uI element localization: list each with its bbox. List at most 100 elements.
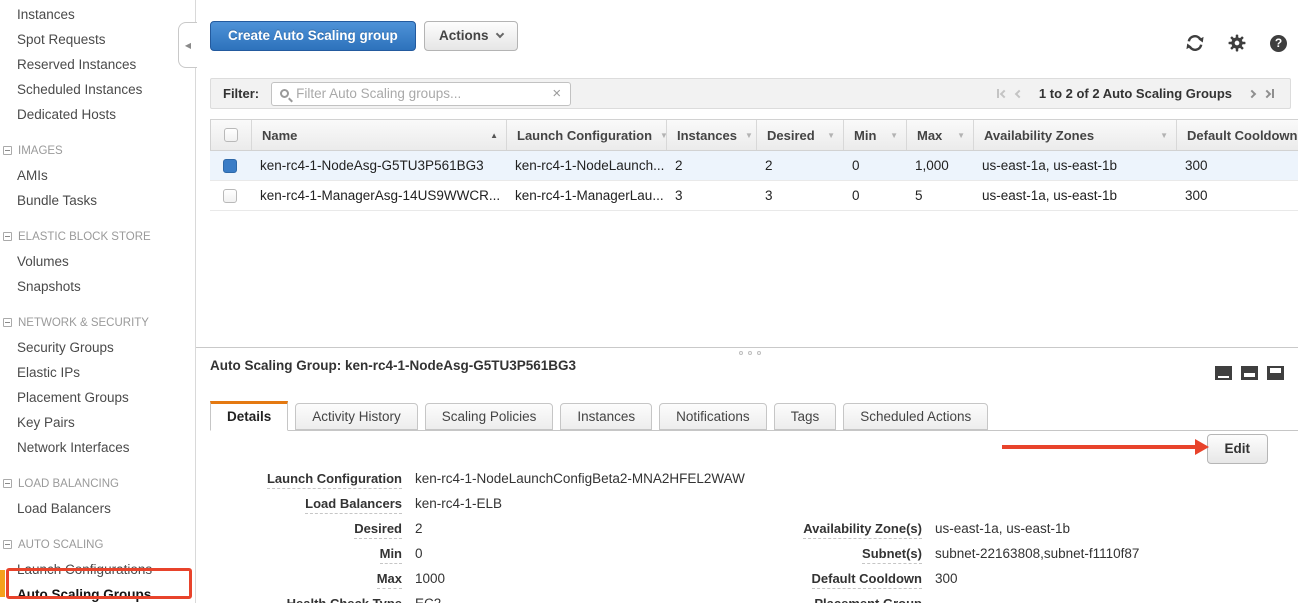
- detail-panel-title: Auto Scaling Group: ken-rc4-1-NodeAsg-G5…: [210, 358, 576, 373]
- settings-gear-icon[interactable]: [1228, 34, 1246, 52]
- field-value-health-check-type: EC2: [415, 596, 441, 603]
- detail-fields-right: Availability Zone(s) us-east-1a, us-east…: [700, 516, 1139, 603]
- chevron-down-icon: [495, 30, 503, 38]
- field-label-health-check-type: Health Check Type: [210, 596, 402, 603]
- sort-desc-icon: ▼: [949, 131, 965, 140]
- clear-filter-icon[interactable]: ×: [552, 86, 561, 101]
- collapse-section-icon: [3, 479, 12, 488]
- search-box: ×: [271, 82, 571, 106]
- column-header-availability-zones[interactable]: Availability Zones▼: [973, 120, 1176, 150]
- annotation-arrow: [1002, 439, 1209, 455]
- sidebar-section-elastic-block-store[interactable]: ELASTIC BLOCK STORE: [0, 224, 195, 249]
- sidebar-item-instances[interactable]: Instances: [0, 2, 195, 27]
- sort-desc-icon: ▼: [737, 131, 753, 140]
- sidebar-item-volumes[interactable]: Volumes: [0, 249, 195, 274]
- layout-bottom-small-icon[interactable]: [1215, 366, 1232, 380]
- actions-button-label: Actions: [439, 28, 489, 43]
- sidebar-item-amis[interactable]: AMIs: [0, 163, 195, 188]
- detail-fields-left: Launch Configuration ken-rc4-1-NodeLaunc…: [210, 466, 745, 603]
- search-icon: [280, 89, 289, 98]
- sidebar-item-scheduled-instances[interactable]: Scheduled Instances: [0, 77, 195, 102]
- cell-name: ken-rc4-1-NodeAsg-G5TU3P561BG3: [250, 158, 505, 173]
- row-checkbox[interactable]: [223, 159, 237, 173]
- field-label-availability-zones: Availability Zone(s): [700, 521, 922, 536]
- actions-dropdown-button[interactable]: Actions: [424, 21, 518, 51]
- first-page-button[interactable]: [997, 89, 1007, 98]
- sidebar-item-bundle-tasks[interactable]: Bundle Tasks: [0, 188, 195, 213]
- cell-min: 0: [842, 188, 905, 203]
- tab-instances[interactable]: Instances: [560, 403, 652, 430]
- help-icon[interactable]: ?: [1270, 35, 1287, 52]
- tab-notifications[interactable]: Notifications: [659, 403, 767, 430]
- table-row[interactable]: ken-rc4-1-ManagerAsg-14US9WWCR... ken-rc…: [210, 181, 1298, 211]
- sidebar-item-security-groups[interactable]: Security Groups: [0, 335, 195, 360]
- column-header-name[interactable]: Name▲: [251, 120, 506, 150]
- sidebar-section-images[interactable]: IMAGES: [0, 138, 195, 163]
- column-header-instances[interactable]: Instances▼: [666, 120, 756, 150]
- sidebar-item-auto-scaling-groups[interactable]: Auto Scaling Groups: [0, 582, 195, 603]
- tab-tags[interactable]: Tags: [774, 403, 837, 430]
- tab-scaling-policies[interactable]: Scaling Policies: [425, 403, 554, 430]
- column-header-max[interactable]: Max▼: [906, 120, 973, 150]
- collapse-section-icon: [3, 232, 12, 241]
- table-row[interactable]: ken-rc4-1-NodeAsg-G5TU3P561BG3 ken-rc4-1…: [210, 151, 1298, 181]
- last-page-button[interactable]: [1264, 89, 1274, 98]
- refresh-icon[interactable]: [1186, 34, 1204, 52]
- collapse-section-icon: [3, 146, 12, 155]
- cell-launch-configuration: ken-rc4-1-ManagerLau...: [505, 188, 665, 203]
- select-all-cell: [211, 120, 251, 150]
- sidebar-item-elastic-ips[interactable]: Elastic IPs: [0, 360, 195, 385]
- edit-button[interactable]: Edit: [1207, 434, 1269, 464]
- field-label-load-balancers: Load Balancers: [210, 496, 402, 511]
- sidebar-item-reserved-instances[interactable]: Reserved Instances: [0, 52, 195, 77]
- filter-search-input[interactable]: [289, 86, 552, 101]
- sidebar-collapse-toggle[interactable]: ◀: [178, 22, 197, 68]
- sidebar-item-key-pairs[interactable]: Key Pairs: [0, 410, 195, 435]
- pane-layout-icons: [1215, 366, 1284, 380]
- sidebar-item-snapshots[interactable]: Snapshots: [0, 274, 195, 299]
- column-header-min[interactable]: Min▼: [843, 120, 906, 150]
- field-value-default-cooldown: 300: [935, 571, 958, 586]
- collapse-section-icon: [3, 540, 12, 549]
- next-page-button[interactable]: [1249, 91, 1255, 97]
- sidebar-item-placement-groups[interactable]: Placement Groups: [0, 385, 195, 410]
- previous-page-button[interactable]: [1016, 91, 1022, 97]
- field-label-desired: Desired: [210, 521, 402, 536]
- create-auto-scaling-group-button[interactable]: Create Auto Scaling group: [210, 21, 416, 51]
- layout-top-pane-icon[interactable]: [1267, 366, 1284, 380]
- column-header-default-cooldown[interactable]: Default Cooldown: [1176, 120, 1298, 150]
- row-checkbox[interactable]: [223, 189, 237, 203]
- sidebar-section-auto-scaling[interactable]: AUTO SCALING: [0, 532, 195, 557]
- cell-availability-zones: us-east-1a, us-east-1b: [972, 188, 1175, 203]
- field-value-min: 0: [415, 546, 423, 561]
- select-all-checkbox[interactable]: [224, 128, 238, 142]
- sidebar-item-dedicated-hosts[interactable]: Dedicated Hosts: [0, 102, 195, 127]
- sidebar-item-load-balancers[interactable]: Load Balancers: [0, 496, 195, 521]
- sidebar-item-network-interfaces[interactable]: Network Interfaces: [0, 435, 195, 460]
- column-header-desired[interactable]: Desired▼: [756, 120, 843, 150]
- cell-max: 5: [905, 188, 972, 203]
- pagination: 1 to 2 of 2 Auto Scaling Groups: [997, 86, 1274, 101]
- panel-resize-handle[interactable]: [739, 351, 761, 355]
- collapse-section-icon: [3, 318, 12, 327]
- auto-scaling-groups-table: Name▲ Launch Configuration▼ Instances▼ D…: [210, 119, 1298, 211]
- sidebar-section-network-security[interactable]: NETWORK & SECURITY: [0, 310, 195, 335]
- sidebar-top-list: Instances Spot Requests Reserved Instanc…: [0, 0, 195, 127]
- filter-bar: Filter: × 1 to 2 of 2 Auto Scaling Group…: [210, 78, 1291, 109]
- detail-tabs: Details Activity History Scaling Policie…: [210, 402, 1298, 431]
- column-header-launch-configuration[interactable]: Launch Configuration▼: [506, 120, 666, 150]
- sidebar-item-launch-configurations[interactable]: Launch Configurations: [0, 557, 195, 582]
- field-label-launch-configuration: Launch Configuration: [210, 471, 402, 486]
- filter-label: Filter:: [223, 86, 259, 101]
- sidebar-item-spot-requests[interactable]: Spot Requests: [0, 27, 195, 52]
- layout-bottom-half-icon[interactable]: [1241, 366, 1258, 380]
- sidebar-section-title: AUTO SCALING: [18, 539, 103, 551]
- field-value-desired: 2: [415, 521, 423, 536]
- panel-divider: [196, 347, 1298, 348]
- sidebar-section-load-balancing[interactable]: LOAD BALANCING: [0, 471, 195, 496]
- cell-name: ken-rc4-1-ManagerAsg-14US9WWCR...: [250, 188, 505, 203]
- tab-details[interactable]: Details: [210, 401, 288, 431]
- tab-activity-history[interactable]: Activity History: [295, 403, 418, 430]
- sort-desc-icon: ▼: [882, 131, 898, 140]
- tab-scheduled-actions[interactable]: Scheduled Actions: [843, 403, 988, 430]
